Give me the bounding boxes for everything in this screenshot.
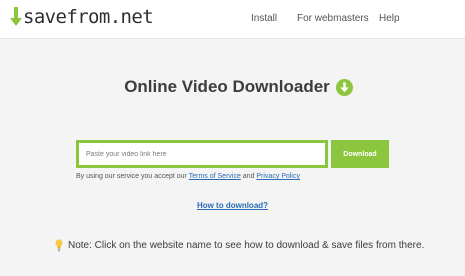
page-title: Online Video Downloader [124,77,330,96]
nav-help-link[interactable]: Help [379,13,400,24]
terms-notice: By using our service you accept our Term… [76,173,300,180]
logo-text: savefrom.net [23,6,154,28]
note-text: Note: Click on the website name to see h… [68,240,425,251]
video-link-input[interactable] [79,143,325,165]
title-row: Online Video Downloader [0,77,465,97]
download-button[interactable]: Download [331,140,389,168]
savefrom-logo[interactable]: savefrom.net [10,6,154,28]
nav-install-link[interactable]: Install [251,13,277,24]
privacy-policy-link[interactable]: Privacy Policy [256,173,300,180]
video-link-field[interactable] [76,140,328,168]
site-header: savefrom.net Install For webmasters Help [0,0,465,39]
terms-prefix: By using our service you accept our [76,173,189,180]
lightbulb-icon [55,239,63,252]
green-down-arrow-icon [335,78,353,96]
nav-webmasters-link[interactable]: For webmasters [297,13,369,24]
terms-of-service-link[interactable]: Terms of Service [189,173,241,180]
how-to-download-link[interactable]: How to download? [197,201,268,210]
logo-arrow-icon [10,7,22,26]
terms-and: and [240,173,257,180]
note: Note: Click on the website name to see h… [55,239,424,252]
howto-row: How to download? [0,201,465,210]
